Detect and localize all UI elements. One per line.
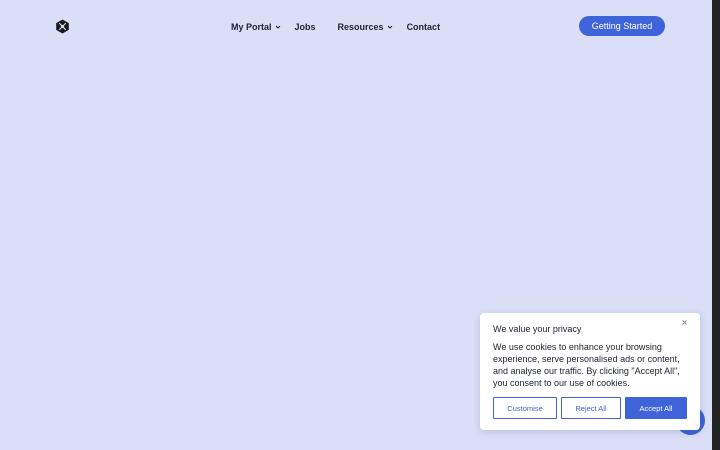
page-background: My Portal Jobs Resources Contact Getting…: [0, 0, 712, 450]
nav-item-jobs[interactable]: Jobs: [295, 20, 316, 34]
cookie-banner-text: We use cookies to enhance your browsing …: [493, 342, 680, 388]
accept-all-button[interactable]: Accept All: [625, 397, 687, 419]
cookie-consent-banner: We value your privacy We use cookies to …: [480, 313, 700, 430]
nav-item-label: Jobs: [294, 22, 316, 32]
nav-item-my-portal[interactable]: My Portal: [231, 20, 281, 34]
main-nav: My Portal Jobs Resources Contact: [231, 20, 440, 34]
getting-started-button[interactable]: Getting Started: [579, 16, 665, 36]
nav-item-label: Resources: [337, 22, 384, 32]
reject-all-button[interactable]: Reject All: [561, 397, 621, 419]
chevron-down-icon: [275, 25, 280, 29]
nav-item-resources[interactable]: Resources: [338, 20, 393, 34]
cookie-banner-title: We value your privacy: [493, 324, 582, 334]
brand-logo-icon[interactable]: [55, 19, 70, 34]
nav-item-label: My Portal: [231, 22, 272, 32]
close-icon[interactable]: [680, 318, 689, 327]
scrollbar[interactable]: [712, 0, 720, 450]
cookie-banner-actions: Customise Reject All Accept All: [493, 397, 687, 419]
nav-item-label: Contact: [406, 22, 441, 32]
nav-item-contact[interactable]: Contact: [407, 20, 441, 34]
customise-button[interactable]: Customise: [493, 397, 557, 419]
chevron-down-icon: [387, 25, 392, 29]
